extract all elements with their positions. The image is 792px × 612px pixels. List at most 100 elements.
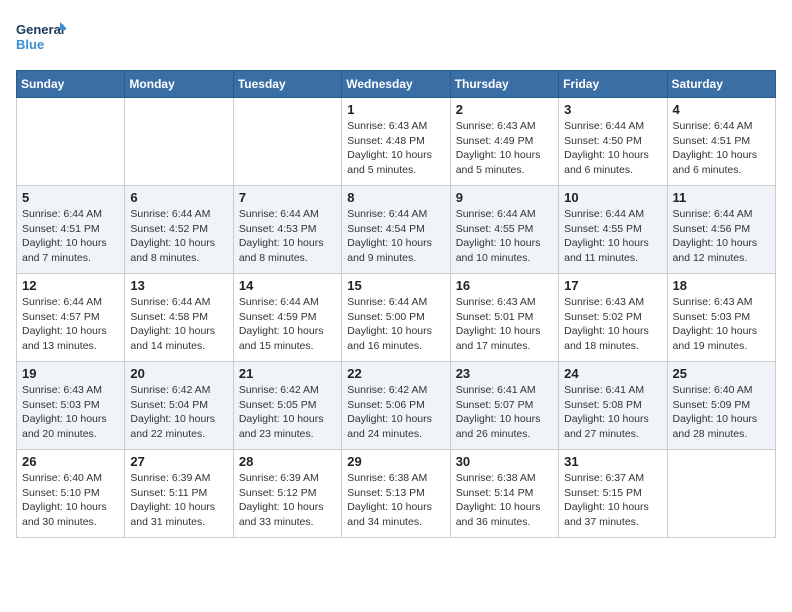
calendar-cell: 2 Sunrise: 6:43 AMSunset: 4:49 PMDaylight…	[450, 98, 558, 186]
day-number: 27	[130, 454, 227, 469]
calendar: SundayMondayTuesdayWednesdayThursdayFrid…	[16, 70, 776, 538]
day-info: Sunrise: 6:39 AMSunset: 5:12 PMDaylight:…	[239, 471, 336, 530]
calendar-cell: 27 Sunrise: 6:39 AMSunset: 5:11 PMDayligh…	[125, 450, 233, 538]
weekday-header: Sunday	[17, 71, 125, 98]
day-number: 25	[673, 366, 770, 381]
calendar-cell: 16 Sunrise: 6:43 AMSunset: 5:01 PMDayligh…	[450, 274, 558, 362]
day-number: 22	[347, 366, 444, 381]
weekday-header: Friday	[559, 71, 667, 98]
calendar-cell: 4 Sunrise: 6:44 AMSunset: 4:51 PMDaylight…	[667, 98, 775, 186]
calendar-cell: 7 Sunrise: 6:44 AMSunset: 4:53 PMDaylight…	[233, 186, 341, 274]
svg-text:General: General	[16, 22, 64, 37]
calendar-cell	[233, 98, 341, 186]
calendar-cell: 25 Sunrise: 6:40 AMSunset: 5:09 PMDayligh…	[667, 362, 775, 450]
day-number: 9	[456, 190, 553, 205]
day-number: 28	[239, 454, 336, 469]
calendar-cell: 15 Sunrise: 6:44 AMSunset: 5:00 PMDayligh…	[342, 274, 450, 362]
svg-text:Blue: Blue	[16, 37, 44, 52]
weekday-header: Tuesday	[233, 71, 341, 98]
day-info: Sunrise: 6:43 AMSunset: 5:01 PMDaylight:…	[456, 295, 553, 354]
day-info: Sunrise: 6:44 AMSunset: 4:55 PMDaylight:…	[456, 207, 553, 266]
day-number: 5	[22, 190, 119, 205]
day-number: 7	[239, 190, 336, 205]
calendar-week: 1 Sunrise: 6:43 AMSunset: 4:48 PMDaylight…	[17, 98, 776, 186]
day-info: Sunrise: 6:44 AMSunset: 4:59 PMDaylight:…	[239, 295, 336, 354]
day-info: Sunrise: 6:39 AMSunset: 5:11 PMDaylight:…	[130, 471, 227, 530]
calendar-cell: 9 Sunrise: 6:44 AMSunset: 4:55 PMDaylight…	[450, 186, 558, 274]
day-info: Sunrise: 6:44 AMSunset: 4:57 PMDaylight:…	[22, 295, 119, 354]
calendar-week: 19Sunrise: 6:43 AMSunset: 5:03 PMDayligh…	[17, 362, 776, 450]
calendar-cell: 20 Sunrise: 6:42 AMSunset: 5:04 PMDayligh…	[125, 362, 233, 450]
day-number: 1	[347, 102, 444, 117]
calendar-cell: 23Sunrise: 6:41 AMSunset: 5:07 PMDayligh…	[450, 362, 558, 450]
day-info: Sunrise: 6:44 AMSunset: 4:51 PMDaylight:…	[22, 207, 119, 266]
day-number: 13	[130, 278, 227, 293]
calendar-cell: 10Sunrise: 6:44 AMSunset: 4:55 PMDayligh…	[559, 186, 667, 274]
day-number: 15	[347, 278, 444, 293]
calendar-cell: 21 Sunrise: 6:42 AMSunset: 5:05 PMDayligh…	[233, 362, 341, 450]
day-number: 3	[564, 102, 661, 117]
calendar-cell: 11Sunrise: 6:44 AMSunset: 4:56 PMDayligh…	[667, 186, 775, 274]
day-number: 19	[22, 366, 119, 381]
day-info: Sunrise: 6:44 AMSunset: 4:51 PMDaylight:…	[673, 119, 770, 178]
day-number: 12	[22, 278, 119, 293]
day-number: 4	[673, 102, 770, 117]
day-info: Sunrise: 6:42 AMSunset: 5:06 PMDaylight:…	[347, 383, 444, 442]
day-info: Sunrise: 6:38 AMSunset: 5:13 PMDaylight:…	[347, 471, 444, 530]
day-info: Sunrise: 6:44 AMSunset: 4:50 PMDaylight:…	[564, 119, 661, 178]
day-number: 2	[456, 102, 553, 117]
day-number: 24	[564, 366, 661, 381]
weekday-header: Monday	[125, 71, 233, 98]
calendar-cell: 8 Sunrise: 6:44 AMSunset: 4:54 PMDaylight…	[342, 186, 450, 274]
calendar-week: 5 Sunrise: 6:44 AMSunset: 4:51 PMDaylight…	[17, 186, 776, 274]
day-number: 6	[130, 190, 227, 205]
day-number: 20	[130, 366, 227, 381]
day-info: Sunrise: 6:44 AMSunset: 4:53 PMDaylight:…	[239, 207, 336, 266]
day-number: 16	[456, 278, 553, 293]
calendar-week: 26 Sunrise: 6:40 AMSunset: 5:10 PMDayligh…	[17, 450, 776, 538]
logo-svg: General Blue	[16, 16, 66, 60]
day-number: 30	[456, 454, 553, 469]
day-info: Sunrise: 6:43 AMSunset: 5:02 PMDaylight:…	[564, 295, 661, 354]
page-header: General Blue	[16, 16, 776, 60]
calendar-cell: 19Sunrise: 6:43 AMSunset: 5:03 PMDayligh…	[17, 362, 125, 450]
calendar-cell: 18 Sunrise: 6:43 AMSunset: 5:03 PMDayligh…	[667, 274, 775, 362]
day-info: Sunrise: 6:43 AMSunset: 4:49 PMDaylight:…	[456, 119, 553, 178]
day-info: Sunrise: 6:40 AMSunset: 5:10 PMDaylight:…	[22, 471, 119, 530]
day-info: Sunrise: 6:44 AMSunset: 4:54 PMDaylight:…	[347, 207, 444, 266]
day-info: Sunrise: 6:41 AMSunset: 5:08 PMDaylight:…	[564, 383, 661, 442]
calendar-week: 12 Sunrise: 6:44 AMSunset: 4:57 PMDayligh…	[17, 274, 776, 362]
day-number: 29	[347, 454, 444, 469]
calendar-cell	[125, 98, 233, 186]
day-info: Sunrise: 6:42 AMSunset: 5:04 PMDaylight:…	[130, 383, 227, 442]
day-number: 21	[239, 366, 336, 381]
calendar-cell: 28 Sunrise: 6:39 AMSunset: 5:12 PMDayligh…	[233, 450, 341, 538]
calendar-cell: 30Sunrise: 6:38 AMSunset: 5:14 PMDayligh…	[450, 450, 558, 538]
calendar-cell	[17, 98, 125, 186]
day-number: 18	[673, 278, 770, 293]
day-info: Sunrise: 6:42 AMSunset: 5:05 PMDaylight:…	[239, 383, 336, 442]
day-number: 8	[347, 190, 444, 205]
calendar-header: SundayMondayTuesdayWednesdayThursdayFrid…	[17, 71, 776, 98]
weekday-header: Wednesday	[342, 71, 450, 98]
day-info: Sunrise: 6:43 AMSunset: 4:48 PMDaylight:…	[347, 119, 444, 178]
calendar-cell: 29 Sunrise: 6:38 AMSunset: 5:13 PMDayligh…	[342, 450, 450, 538]
calendar-cell: 22 Sunrise: 6:42 AMSunset: 5:06 PMDayligh…	[342, 362, 450, 450]
day-info: Sunrise: 6:43 AMSunset: 5:03 PMDaylight:…	[673, 295, 770, 354]
day-info: Sunrise: 6:44 AMSunset: 5:00 PMDaylight:…	[347, 295, 444, 354]
calendar-cell: 12 Sunrise: 6:44 AMSunset: 4:57 PMDayligh…	[17, 274, 125, 362]
day-number: 10	[564, 190, 661, 205]
day-info: Sunrise: 6:40 AMSunset: 5:09 PMDaylight:…	[673, 383, 770, 442]
logo: General Blue	[16, 16, 66, 60]
weekday-header: Thursday	[450, 71, 558, 98]
day-number: 14	[239, 278, 336, 293]
calendar-cell: 24 Sunrise: 6:41 AMSunset: 5:08 PMDayligh…	[559, 362, 667, 450]
day-number: 26	[22, 454, 119, 469]
day-number: 17	[564, 278, 661, 293]
calendar-cell: 6Sunrise: 6:44 AMSunset: 4:52 PMDaylight…	[125, 186, 233, 274]
day-number: 31	[564, 454, 661, 469]
calendar-cell: 1 Sunrise: 6:43 AMSunset: 4:48 PMDaylight…	[342, 98, 450, 186]
calendar-cell: 13Sunrise: 6:44 AMSunset: 4:58 PMDayligh…	[125, 274, 233, 362]
day-info: Sunrise: 6:41 AMSunset: 5:07 PMDaylight:…	[456, 383, 553, 442]
calendar-cell	[667, 450, 775, 538]
